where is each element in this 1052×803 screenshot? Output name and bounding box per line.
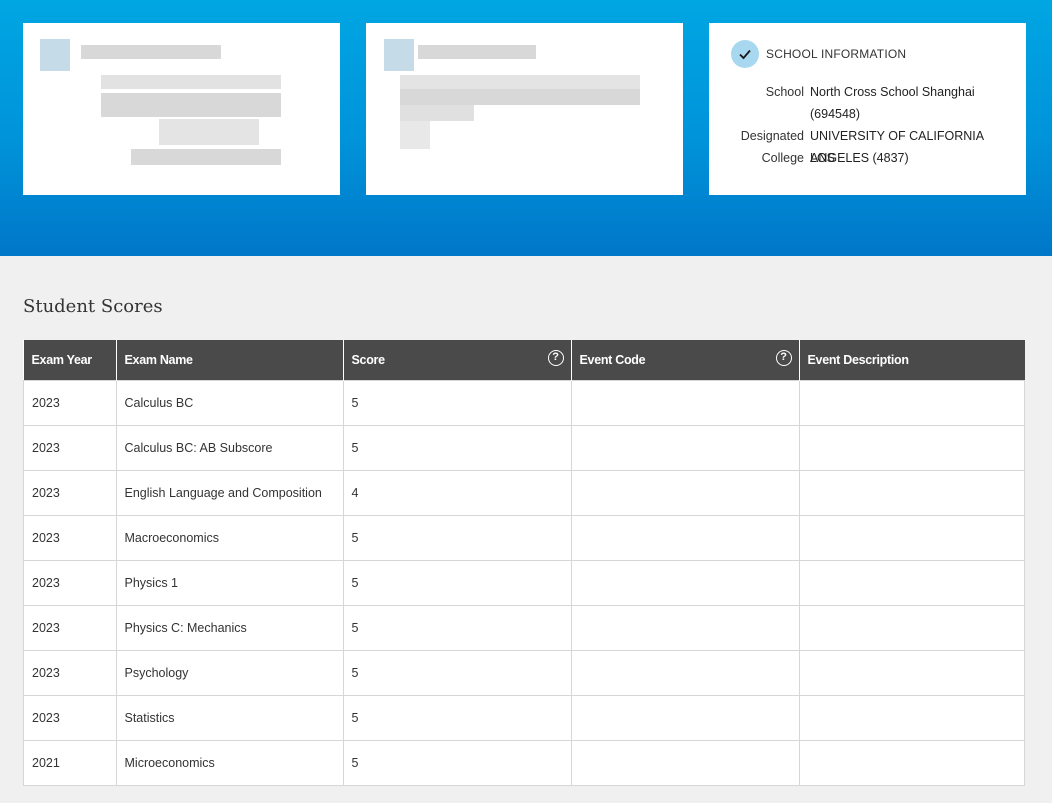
score-cell: 4 bbox=[342, 470, 572, 516]
column-header-event-description: Event Description bbox=[799, 340, 1025, 381]
redacted-line bbox=[400, 105, 474, 121]
school-code-value: (694548) bbox=[810, 107, 861, 121]
event-description-cell bbox=[798, 650, 1025, 696]
column-header-event-code: Event Code ? bbox=[571, 340, 800, 381]
exam-name-cell: Statistics bbox=[115, 695, 344, 741]
exam-year-cell: 2023 bbox=[23, 380, 117, 426]
redacted-icon bbox=[384, 39, 414, 71]
event-code-cell bbox=[570, 650, 800, 696]
table-row: 2021 Microeconomics 5 bbox=[23, 740, 1025, 786]
event-code-cell bbox=[570, 425, 800, 471]
school-label: School bbox=[765, 85, 804, 99]
table-row: 2023 Physics 1 5 bbox=[23, 560, 1025, 606]
table-header-row: Exam Year Exam Name Score ? Event Code ?… bbox=[23, 340, 1025, 381]
redacted-line bbox=[101, 75, 281, 89]
exam-name-cell: Calculus BC: AB Subscore bbox=[115, 425, 344, 471]
table-row: 2023 English Language and Composition 4 bbox=[23, 470, 1025, 516]
exam-year-cell: 2023 bbox=[23, 515, 117, 561]
event-code-cell bbox=[570, 695, 800, 741]
score-cell: 5 bbox=[342, 425, 572, 471]
exam-year-cell: 2021 bbox=[23, 740, 117, 786]
exam-name-cell: English Language and Composition bbox=[115, 470, 344, 516]
card-heading: SCHOOL INFORMATION bbox=[766, 47, 907, 61]
event-description-cell bbox=[798, 605, 1025, 651]
redacted-line bbox=[131, 149, 281, 165]
college-label-2: College bbox=[761, 151, 804, 165]
exam-name-cell: Physics C: Mechanics bbox=[115, 605, 344, 651]
event-code-cell bbox=[570, 560, 800, 606]
event-code-cell bbox=[570, 740, 800, 786]
exam-name-cell: Macroeconomics bbox=[115, 515, 344, 561]
redacted-line bbox=[400, 121, 430, 149]
exam-year-cell: 2023 bbox=[23, 560, 117, 606]
contact-info-card-redacted bbox=[366, 23, 683, 195]
table-row: 2023 Calculus BC: AB Subscore 5 bbox=[23, 425, 1025, 471]
event-description-cell bbox=[798, 470, 1025, 516]
exam-year-cell: 2023 bbox=[23, 605, 117, 651]
score-cell: 5 bbox=[342, 515, 572, 561]
score-cell: 5 bbox=[342, 380, 572, 426]
exam-year-cell: 2023 bbox=[23, 695, 117, 741]
event-description-cell bbox=[798, 380, 1025, 426]
event-description-cell bbox=[798, 740, 1025, 786]
column-header-exam-year: Exam Year bbox=[23, 340, 117, 381]
college-label: Designated bbox=[740, 129, 804, 143]
score-cell: 5 bbox=[342, 560, 572, 606]
event-description-cell bbox=[798, 425, 1025, 471]
exam-name-cell: Microeconomics bbox=[115, 740, 344, 786]
school-information-card: SCHOOL INFORMATION School North Cross Sc… bbox=[709, 23, 1026, 195]
event-description-cell bbox=[798, 695, 1025, 741]
event-code-cell bbox=[570, 470, 800, 516]
event-code-cell bbox=[570, 605, 800, 651]
help-icon[interactable]: ? bbox=[775, 350, 792, 366]
redacted-icon bbox=[40, 39, 70, 71]
redacted-line bbox=[400, 75, 640, 89]
score-cell: 5 bbox=[342, 650, 572, 696]
score-header-label: Score bbox=[351, 353, 386, 367]
redacted-heading bbox=[81, 45, 221, 59]
table-row: 2023 Calculus BC 5 bbox=[23, 380, 1025, 426]
scores-table: Exam Year Exam Name Score ? Event Code ?… bbox=[23, 340, 1025, 786]
exam-year-cell: 2023 bbox=[23, 425, 117, 471]
score-cell: 5 bbox=[342, 740, 572, 786]
score-cell: 5 bbox=[342, 695, 572, 741]
exam-name-cell: Psychology bbox=[115, 650, 344, 696]
table-row: 2023 Macroeconomics 5 bbox=[23, 515, 1025, 561]
column-header-exam-name: Exam Name bbox=[116, 340, 344, 381]
student-info-card-redacted bbox=[23, 23, 340, 195]
redacted-line bbox=[101, 93, 281, 117]
table-row: 2023 Statistics 5 bbox=[23, 695, 1025, 741]
help-icon[interactable]: ? bbox=[547, 350, 564, 366]
exam-name-cell: Calculus BC bbox=[115, 380, 344, 426]
redacted-line bbox=[400, 89, 640, 105]
column-header-score: Score ? bbox=[343, 340, 572, 381]
exam-year-cell: 2023 bbox=[23, 650, 117, 696]
exam-name-cell: Physics 1 bbox=[115, 560, 344, 606]
event-code-header-label: Event Code bbox=[579, 353, 646, 367]
table-row: 2023 Psychology 5 bbox=[23, 650, 1025, 696]
exam-year-cell: 2023 bbox=[23, 470, 117, 516]
table-row: 2023 Physics C: Mechanics 5 bbox=[23, 605, 1025, 651]
event-code-cell bbox=[570, 380, 800, 426]
event-description-cell bbox=[798, 560, 1025, 606]
school-value: North Cross School Shanghai bbox=[810, 85, 975, 99]
checkmark-icon bbox=[731, 40, 759, 68]
page-title: Student Scores bbox=[23, 296, 163, 317]
redacted-line bbox=[159, 119, 259, 145]
event-code-cell bbox=[570, 515, 800, 561]
redacted-heading bbox=[418, 45, 536, 59]
event-description-cell bbox=[798, 515, 1025, 561]
college-value-2: ANGELES (4837) bbox=[810, 151, 909, 165]
score-cell: 5 bbox=[342, 605, 572, 651]
